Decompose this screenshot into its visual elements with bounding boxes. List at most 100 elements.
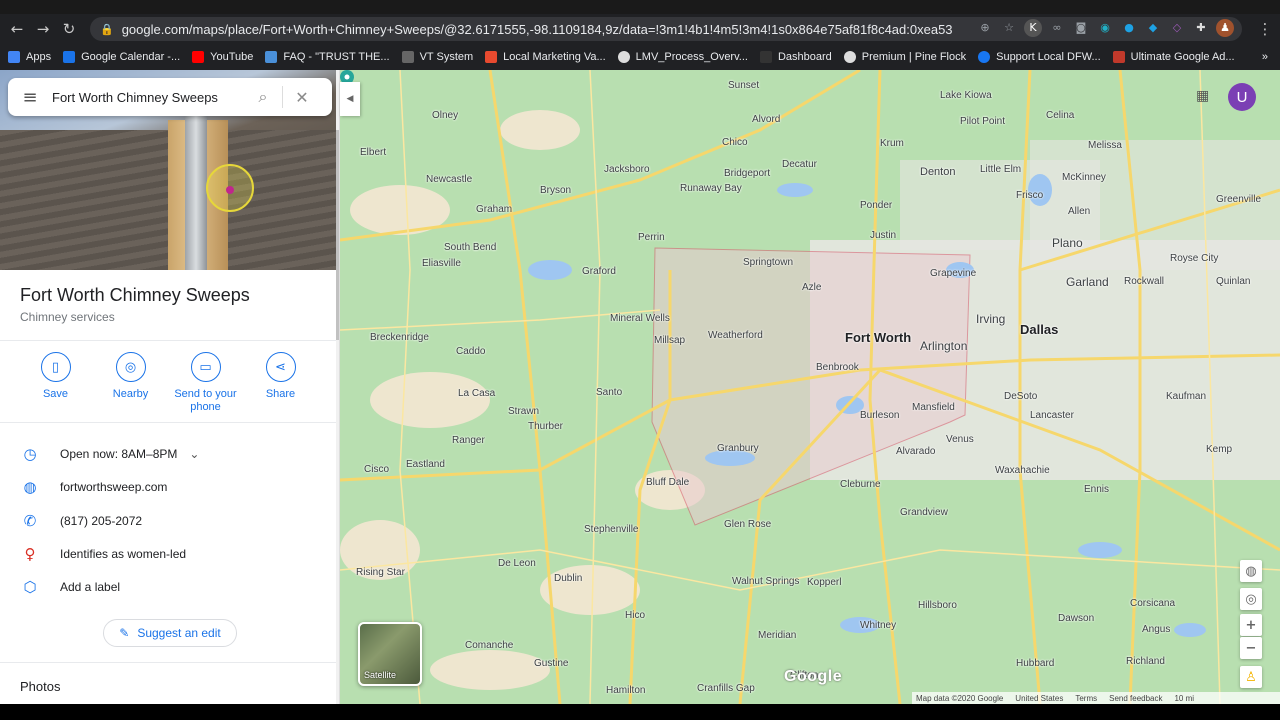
divider (0, 422, 336, 423)
bookmark-local-marketing[interactable]: Local Marketing Va... (485, 51, 606, 63)
map-label-hillsboro: Hillsboro (918, 600, 957, 611)
bookmark-vt-system[interactable]: VT System (401, 51, 473, 63)
my-location-icon[interactable]: ◎ (1240, 588, 1262, 610)
globe-view-icon[interactable]: ◍ (1240, 560, 1262, 582)
place-category[interactable]: Chimney services (20, 310, 115, 324)
globe-icon: ◍ (23, 478, 37, 496)
bookmark-ultimate-google-ads[interactable]: Ultimate Google Ad... (1112, 51, 1235, 63)
share-button[interactable]: ⋖ Share (243, 352, 318, 414)
extension-seo-icon[interactable]: ◙ (1072, 19, 1090, 37)
map-label-arlington: Arlington (920, 339, 968, 353)
map-label-graham: Graham (476, 204, 513, 215)
map-label-hubbard: Hubbard (1016, 658, 1055, 669)
nearby-button[interactable]: ◎ Nearby (93, 352, 168, 414)
send-to-phone-label: Send to your phone (174, 388, 237, 413)
bookmark-faq[interactable]: FAQ - "TRUST THE... (265, 51, 390, 63)
save-button[interactable]: ▯ Save (18, 352, 93, 414)
place-panel: ≡ ⌕ ✕ Fort Worth Chimney Sweeps Chimney … (0, 70, 340, 704)
hours-row[interactable]: ◷ Open now: 8AM–8PM ⌄ (20, 445, 199, 463)
hours-text: Open now: 8AM–8PM (60, 447, 178, 461)
map-label-plano: Plano (1052, 236, 1083, 250)
send-to-phone-button[interactable]: ▭ Send to your phone (168, 352, 243, 414)
website-row[interactable]: ◍ fortworthsweep.com (20, 478, 167, 496)
faq-icon (265, 51, 278, 63)
save-label: Save (42, 388, 69, 400)
extension-k-icon[interactable]: K (1024, 19, 1042, 37)
collapse-panel-button[interactable]: ◀ (340, 82, 360, 116)
add-icon[interactable]: ⊕ (976, 19, 994, 37)
reload-icon[interactable]: ↻ (56, 16, 82, 42)
search-icon[interactable]: ⌕ (248, 82, 278, 112)
extensions-puzzle-icon[interactable]: ✚ (1192, 19, 1210, 37)
phone-row[interactable]: ✆ (817) 205-2072 (20, 512, 142, 530)
attribution-feedback[interactable]: Send feedback (1109, 694, 1162, 703)
attribution-country[interactable]: United States (1015, 694, 1063, 703)
search-input[interactable] (52, 89, 248, 105)
add-label-row[interactable]: ⬡ Add a label (20, 578, 120, 596)
extension-purple-icon[interactable]: ◇ (1168, 19, 1186, 37)
more-bookmarks-icon[interactable]: » (1262, 51, 1268, 63)
attribution-map-data: Map data ©2020 Google (916, 693, 1004, 703)
bookmark-google-calendar[interactable]: Google Calendar -... (63, 51, 180, 63)
extension-leaf-icon[interactable]: ◆ (1144, 19, 1162, 37)
bookmark-youtube[interactable]: YouTube (192, 51, 253, 63)
address-bar[interactable]: 🔒 google.com/maps/place/Fort+Worth+Chimn… (90, 17, 1242, 41)
bookmark-dashboard[interactable]: Dashboard (759, 51, 832, 63)
bookmark-apps[interactable]: Apps (8, 51, 51, 63)
map-label-santo: Santo (596, 387, 623, 398)
facebook-icon (978, 51, 991, 63)
share-label: Share (265, 388, 296, 400)
map-label-angus: Angus (1142, 624, 1171, 635)
website-link[interactable]: fortworthsweep.com (60, 480, 167, 494)
attribution-terms[interactable]: Terms (1075, 694, 1097, 703)
extension-link-icon[interactable]: ∞ (1048, 19, 1066, 37)
account-avatar[interactable]: U (1228, 83, 1256, 111)
url-text[interactable]: google.com/maps/place/Fort+Worth+Chimney… (122, 22, 952, 37)
bookmark-lmv-process[interactable]: LMV_Process_Overv... (617, 51, 748, 63)
map-label-rising-star: Rising Star (356, 567, 405, 578)
map-scale[interactable]: 10 mi (1174, 694, 1194, 703)
pegman-icon[interactable]: ♙ (1240, 666, 1262, 688)
map-label-celina: Celina (1046, 110, 1075, 121)
map-label-newcastle: Newcastle (426, 174, 473, 185)
profile-avatar-icon[interactable]: ♟ (1216, 19, 1234, 37)
map-canvas[interactable]: Fort Worth Dallas Arlington Irving Dento… (340, 70, 1280, 704)
lmv-icon (485, 51, 498, 63)
sidebar-scrollbar-thumb[interactable] (336, 130, 339, 340)
map-label-cisco: Cisco (364, 464, 390, 475)
zoom-in-button[interactable]: + (1240, 614, 1262, 636)
women-led-text: Identifies as women-led (60, 547, 187, 561)
map-label-richland: Richland (1126, 656, 1165, 667)
map-label-benbrook: Benbrook (816, 362, 859, 373)
phone-number[interactable]: (817) 205-2072 (60, 514, 142, 528)
search-divider (282, 86, 283, 108)
bottom-letterbox (0, 704, 1280, 720)
extension-circle-icon[interactable]: ◉ (1096, 19, 1114, 37)
map-label-kopperl: Kopperl (807, 577, 842, 588)
map-label-elbert: Elbert (360, 147, 387, 158)
close-icon[interactable]: ✕ (287, 82, 317, 112)
back-icon[interactable]: ← (4, 16, 30, 42)
bookmark-support-local[interactable]: Support Local DFW... (978, 51, 1101, 63)
google-apps-icon[interactable]: ▦ (1196, 88, 1212, 104)
map-label-alvarado: Alvarado (896, 446, 936, 457)
star-icon[interactable]: ☆ (1000, 19, 1018, 37)
map-label-caddo: Caddo (456, 346, 486, 357)
map-label-weatherford: Weatherford (708, 330, 763, 341)
map-label-justin: Justin (870, 230, 897, 241)
suggest-edit-button[interactable]: ✎ Suggest an edit (103, 619, 237, 647)
satellite-toggle[interactable]: Satellite (358, 622, 422, 686)
forward-icon[interactable]: → (30, 16, 56, 42)
bookmark-pine-flock[interactable]: Premium | Pine Flock (843, 51, 966, 63)
menu-icon[interactable]: ≡ (8, 78, 52, 116)
zoom-out-button[interactable]: − (1240, 637, 1262, 659)
lock-icon: 🔒 (100, 22, 114, 36)
map-label-lancaster: Lancaster (1030, 410, 1074, 421)
extension-drop-icon[interactable]: ● (1120, 19, 1138, 37)
map-label-meridian: Meridian (758, 630, 797, 641)
chevron-down-icon[interactable]: ⌄ (189, 447, 199, 461)
map-label-cranfills-gap: Cranfills Gap (697, 683, 755, 694)
map-label-mansfield: Mansfield (912, 402, 955, 413)
map-label-rockwall: Rockwall (1124, 276, 1165, 287)
browser-menu-icon[interactable]: ⋮ (1252, 16, 1278, 42)
